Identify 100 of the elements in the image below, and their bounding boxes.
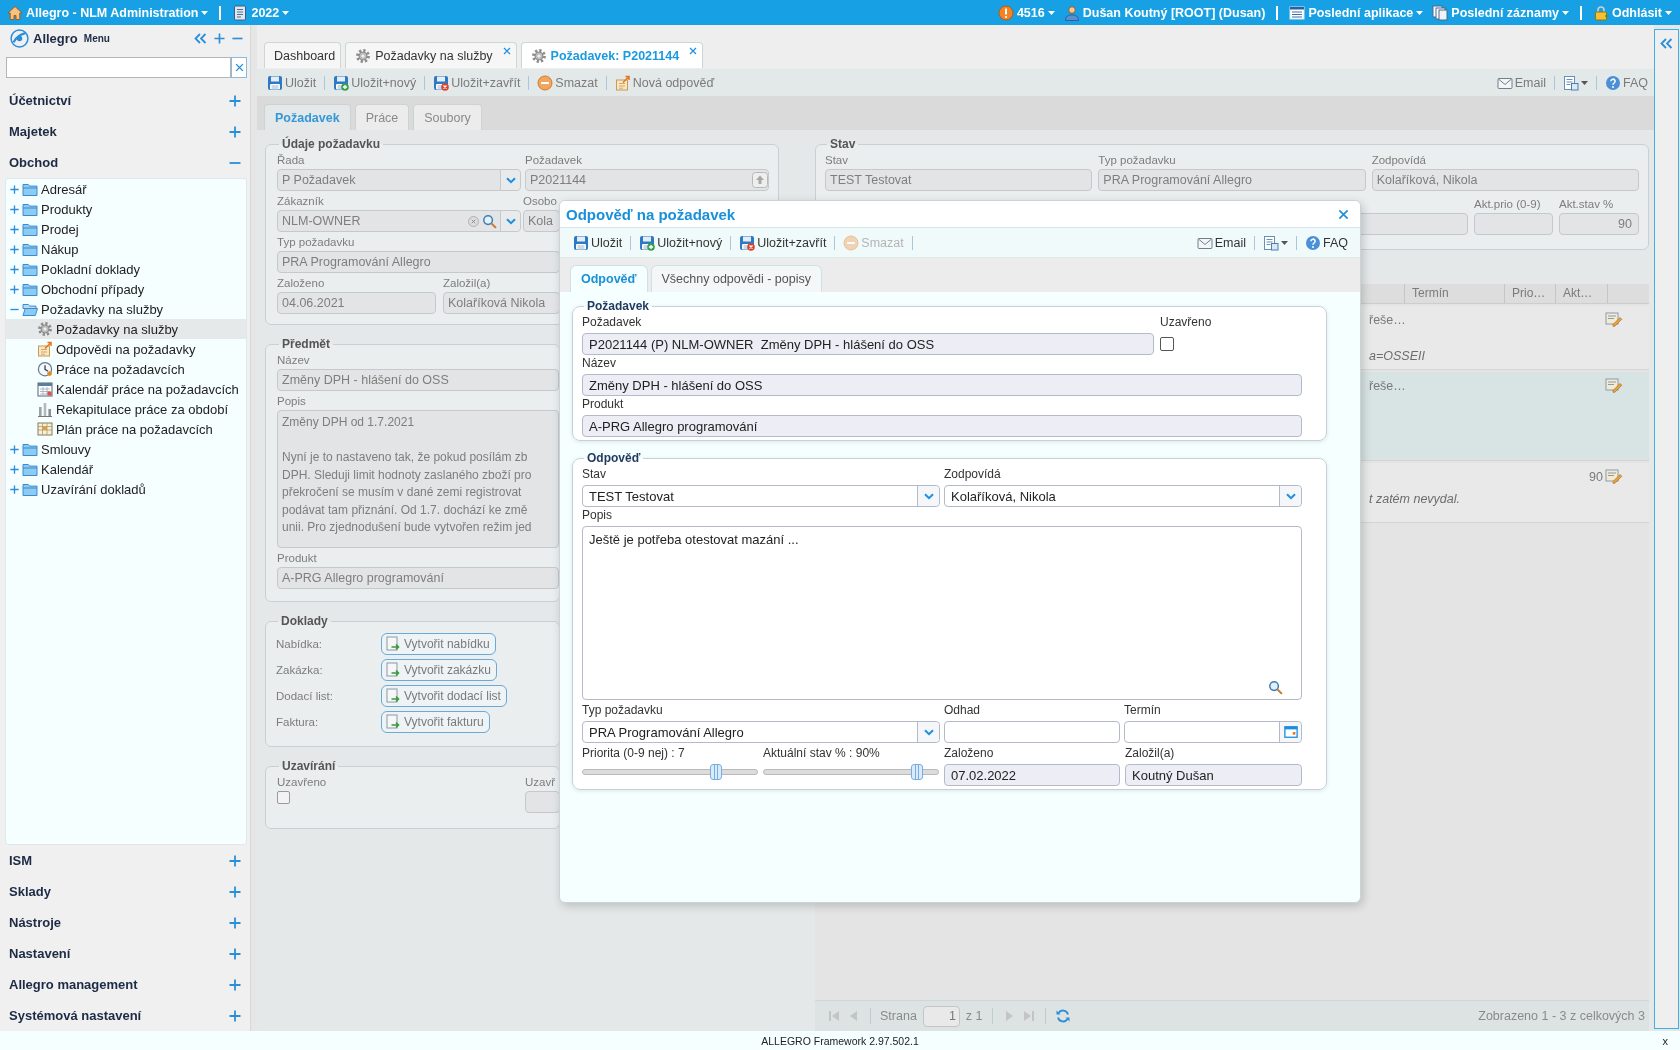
- save-button[interactable]: Uložit: [572, 231, 624, 254]
- menu-section-header[interactable]: Nástroje: [5, 907, 247, 938]
- email-button[interactable]: Email: [1495, 71, 1547, 94]
- plus-icon[interactable]: [229, 125, 241, 138]
- create-document-button[interactable]: Vytvořit fakturu: [381, 711, 490, 733]
- slider-track[interactable]: [763, 764, 939, 780]
- table-row[interactable]: 90 t zatém nevydal.: [1361, 463, 1649, 523]
- document-tab[interactable]: Dashboard: [264, 42, 342, 68]
- tree-item[interactable]: Smlouvy: [6, 439, 246, 459]
- text-field[interactable]: PRA Programování Allegro: [1098, 169, 1366, 191]
- text-field[interactable]: P2021144: [525, 169, 769, 191]
- faq-button[interactable]: FAQ: [1604, 71, 1649, 94]
- menu-section-header[interactable]: ISM: [5, 845, 247, 876]
- dropdown-button[interactable]: [917, 722, 939, 742]
- tree-item[interactable]: Odpovědi na požadavky: [6, 339, 246, 359]
- menu-section-header[interactable]: Nastavení: [5, 938, 247, 969]
- text-field[interactable]: Kolaříková, Nikola: [1371, 169, 1639, 191]
- logout-button[interactable]: Odhlásit: [1591, 2, 1674, 23]
- plus-icon[interactable]: [10, 464, 19, 474]
- text-field[interactable]: A-PRG Allegro programování: [277, 567, 559, 589]
- refresh-icon[interactable]: [1054, 1008, 1071, 1024]
- dropdown-button[interactable]: [917, 486, 939, 506]
- save-new-button[interactable]: Uložit+nový: [332, 71, 418, 94]
- document-tab[interactable]: Požadavek: P2021144: [520, 42, 704, 68]
- dialog-tab[interactable]: Všechny odpovědi - popisy: [650, 265, 822, 292]
- tree-item[interactable]: Práce na požadavcích: [6, 359, 246, 379]
- slider-track[interactable]: [582, 764, 758, 780]
- edit-icon[interactable]: [1605, 311, 1623, 327]
- close-icon[interactable]: [1338, 208, 1349, 220]
- save-close-button[interactable]: Uložit+zavřít: [432, 71, 522, 94]
- tree-item[interactable]: Uzavírání dokladů: [6, 479, 246, 499]
- menu-section-header[interactable]: Majetek: [5, 116, 247, 147]
- double-chevron-icon[interactable]: [194, 33, 207, 44]
- clear-icon[interactable]: [468, 215, 479, 227]
- email-button[interactable]: Email: [1195, 231, 1247, 254]
- tree-item[interactable]: Rekapitulace práce za období: [6, 399, 246, 419]
- plus-icon[interactable]: [10, 284, 19, 294]
- table-row[interactable]: řeše… a=OSSEII: [1361, 306, 1649, 370]
- plus-icon[interactable]: [10, 444, 19, 454]
- text-field[interactable]: Kola: [523, 210, 560, 232]
- menu-section-header[interactable]: Účetnictví: [5, 85, 247, 116]
- column-header[interactable]: Termín: [1405, 284, 1505, 303]
- form-tab[interactable]: Soubory: [413, 104, 482, 130]
- plus-icon[interactable]: [10, 244, 19, 254]
- menu-section-header[interactable]: Obchod: [5, 147, 247, 178]
- text-field[interactable]: Kolaříková Nikola: [443, 292, 560, 314]
- create-document-button[interactable]: Vytvořit nabídku: [381, 633, 496, 655]
- checkbox[interactable]: [277, 791, 290, 804]
- slider-thumb[interactable]: [709, 764, 722, 780]
- save-new-button[interactable]: Uložit+nový: [638, 231, 724, 254]
- date-field[interactable]: [1124, 721, 1302, 743]
- tree-item[interactable]: Obchodní případy: [6, 279, 246, 299]
- tree-item[interactable]: Kalendář: [6, 459, 246, 479]
- calendar-button[interactable]: [1279, 722, 1301, 742]
- app-menu-button[interactable]: Allegro - NLM Administration: [5, 2, 211, 23]
- textarea-field[interactable]: Změny DPH od 1.7.2021 Nyní je to nastaveno tak, že pokud posílám zb DPH. Sleduji limit hodnoty zaslaného zboží pro překročení se musím v dané zemi registrovat podávat tam přiznání. Od 1.7. dochází ke změ unii. Pro zjednodušení bude vytvořen režim jed: [277, 410, 559, 548]
- tree-item[interactable]: Adresář: [6, 179, 246, 199]
- notifications-button[interactable]: 4516: [995, 2, 1057, 23]
- tree-item[interactable]: Produkty: [6, 199, 246, 219]
- dropdown-button[interactable]: [500, 211, 520, 231]
- text-field[interactable]: [1474, 213, 1553, 235]
- arrow-up-icon[interactable]: [752, 172, 768, 188]
- plus-icon[interactable]: [229, 1009, 241, 1022]
- text-field[interactable]: PRA Programování Allegro: [277, 251, 560, 273]
- slider-thumb[interactable]: [910, 764, 923, 780]
- year-menu-button[interactable]: 2022: [230, 2, 292, 23]
- text-field[interactable]: [525, 791, 560, 813]
- text-field[interactable]: TEST Testovat: [825, 169, 1093, 191]
- text-field[interactable]: Koutný Dušan: [1125, 764, 1302, 786]
- column-header[interactable]: Prio…: [1505, 284, 1556, 303]
- page-field[interactable]: 1: [922, 1005, 960, 1027]
- plus-icon[interactable]: [229, 947, 241, 960]
- plus-icon[interactable]: [10, 184, 19, 194]
- form-tab[interactable]: Práce: [354, 104, 410, 130]
- save-button[interactable]: Uložit: [266, 71, 318, 94]
- tree-item[interactable]: Nákup: [6, 239, 246, 259]
- close-icon[interactable]: [502, 47, 511, 55]
- menu-section-header[interactable]: Systémová nastavení: [5, 1000, 247, 1031]
- text-field[interactable]: 07.02.2022: [944, 764, 1120, 786]
- faq-button[interactable]: FAQ: [1304, 231, 1349, 254]
- plus-icon[interactable]: [229, 916, 241, 929]
- plus-icon[interactable]: [229, 854, 241, 867]
- select-field[interactable]: PRA Programování Allegro: [582, 721, 940, 743]
- text-field[interactable]: P2021144 (P) NLM-OWNER Změny DPH - hlášení do OSS: [582, 333, 1154, 355]
- tree-item[interactable]: Prodej: [6, 219, 246, 239]
- text-field[interactable]: Změny DPH - hlášení do OSS: [277, 369, 559, 391]
- menu-section-header[interactable]: Allegro management: [5, 969, 247, 1000]
- save-close-button[interactable]: Uložit+zavřít: [738, 231, 828, 254]
- edit-icon[interactable]: [1605, 377, 1623, 393]
- plus-icon[interactable]: [229, 978, 241, 991]
- select-field[interactable]: Kolaříková, Nikola: [944, 485, 1302, 507]
- tree-item[interactable]: Plán práce na požadavcích: [6, 419, 246, 439]
- double-chevron-icon[interactable]: [1660, 38, 1673, 49]
- column-header[interactable]: Akt…: [1556, 284, 1608, 303]
- new-reply-button[interactable]: Nová odpověď: [613, 71, 716, 94]
- create-document-button[interactable]: Vytvořit dodací list: [381, 685, 507, 707]
- close-button[interactable]: x: [1660, 1034, 1670, 1047]
- text-field[interactable]: Změny DPH - hlášení do OSS: [582, 374, 1302, 396]
- tree-item[interactable]: Pokladní doklady: [6, 259, 246, 279]
- clear-search-button[interactable]: [231, 57, 247, 78]
